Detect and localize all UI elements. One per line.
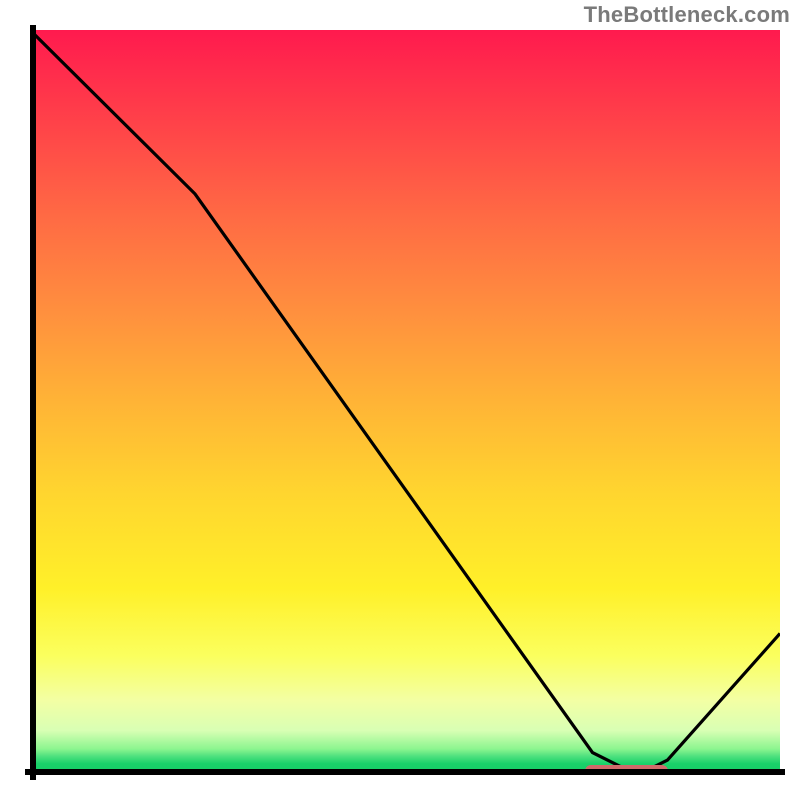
y-axis — [30, 25, 36, 780]
curve-line — [30, 30, 780, 775]
attribution-text: TheBottleneck.com — [584, 2, 790, 28]
x-axis — [25, 769, 785, 775]
curve-path — [30, 30, 780, 771]
chart-plot-area — [30, 30, 780, 775]
